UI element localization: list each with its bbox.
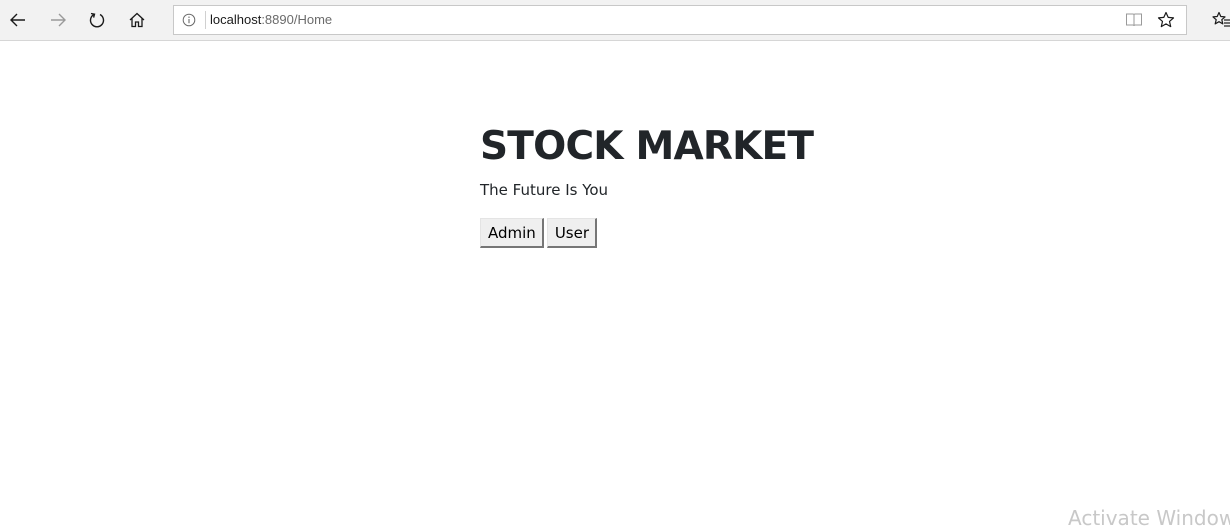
home-icon — [129, 12, 145, 28]
page-subtitle: The Future Is You — [480, 181, 609, 199]
role-button-group: Admin User — [480, 218, 813, 248]
reading-view-icon[interactable] — [1125, 12, 1143, 28]
refresh-icon — [89, 12, 105, 28]
home-button[interactable] — [121, 4, 153, 36]
favorites-hub-icon[interactable] — [1212, 11, 1230, 29]
back-button[interactable] — [2, 4, 34, 36]
activation-watermark: Activate Windows — [1068, 506, 1230, 530]
main-content: STOCK MARKET The Future Is You Admin Use… — [480, 122, 814, 248]
info-icon[interactable] — [182, 13, 196, 27]
admin-button[interactable]: Admin — [480, 218, 544, 248]
url-text[interactable]: localhost:8890/Home — [210, 6, 332, 34]
refresh-button[interactable] — [81, 4, 113, 36]
url-host: localhost — [210, 12, 262, 27]
address-bar[interactable]: localhost:8890/Home — [173, 5, 1187, 35]
user-button[interactable]: User — [546, 218, 598, 248]
star-icon[interactable] — [1157, 11, 1175, 29]
page-title: STOCK MARKET — [480, 124, 814, 169]
forward-arrow-icon — [51, 13, 66, 27]
url-divider — [205, 11, 206, 29]
forward-button[interactable] — [42, 4, 74, 36]
url-path: :8890/Home — [261, 12, 333, 27]
back-arrow-icon — [10, 13, 25, 27]
browser-toolbar: localhost:8890/Home — [0, 0, 1230, 41]
